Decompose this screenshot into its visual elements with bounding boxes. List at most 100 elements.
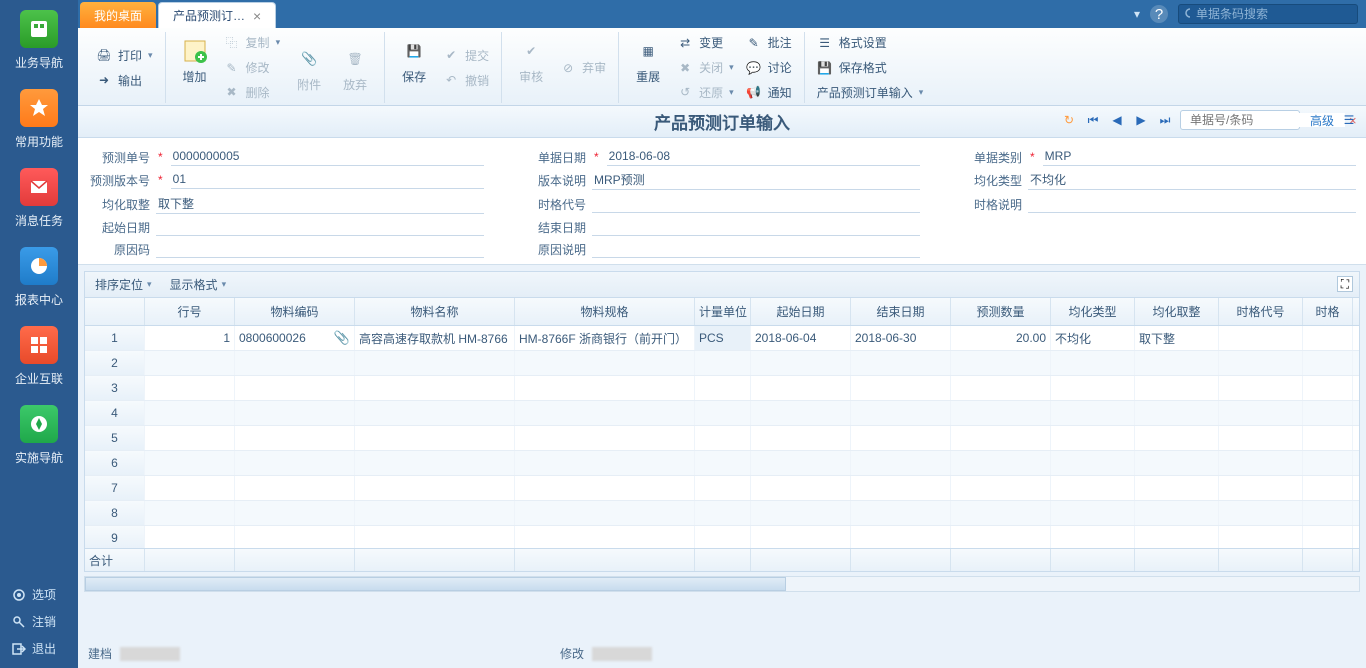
table-row[interactable]: 4 xyxy=(85,401,1359,426)
field-ver-desc[interactable]: MRP预测 xyxy=(592,170,920,190)
tab-close-icon[interactable]: × xyxy=(253,8,261,24)
cell-code[interactable]: 0800600026📎 xyxy=(235,326,355,350)
cell-line-no[interactable]: 1 xyxy=(145,326,235,350)
table-row[interactable]: 3 xyxy=(85,376,1359,401)
save-format-button[interactable]: 💾保存格式 xyxy=(811,57,930,79)
export-button[interactable]: ➜输出 xyxy=(90,69,159,91)
notify-button[interactable]: 📢通知 xyxy=(740,81,798,103)
tab-desktop[interactable]: 我的桌面 xyxy=(80,2,156,28)
next-icon[interactable]: ▶ xyxy=(1132,111,1150,129)
annotate-button[interactable]: ✎批注 xyxy=(740,32,798,54)
cell-name[interactable]: 高容高速存取款机 HM-8766 xyxy=(355,326,515,350)
modify-button[interactable]: ✎修改 xyxy=(218,57,287,79)
import-link-button[interactable]: 产品预测订单输入▾ xyxy=(811,81,930,103)
cell-uniform[interactable]: 不均化 xyxy=(1051,326,1135,350)
expand-icon[interactable]: ⛶ xyxy=(1337,276,1353,292)
return-button[interactable]: ↺还原▾ xyxy=(671,81,740,103)
delete-button[interactable]: ✖删除 xyxy=(218,81,287,103)
add-button[interactable]: 增加 xyxy=(172,32,218,103)
rail-item-implement[interactable]: 实施导航 xyxy=(0,397,78,476)
prev-icon[interactable]: ◀ xyxy=(1108,111,1126,129)
change-button[interactable]: ⇄变更 xyxy=(671,32,740,54)
rail-item-enterprise[interactable]: 企业互联 xyxy=(0,318,78,397)
horizontal-scrollbar[interactable] xyxy=(84,576,1360,592)
abandon-audit-button[interactable]: ⊘弃审 xyxy=(554,57,612,79)
table-row[interactable]: 8 xyxy=(85,501,1359,526)
dropdown-caret-icon[interactable]: ▾ xyxy=(1134,7,1140,21)
first-icon[interactable]: ⏮ xyxy=(1084,111,1102,129)
redisplay-button[interactable]: ▦重展 xyxy=(625,32,671,103)
discuss-button[interactable]: 💬讨论 xyxy=(740,57,798,79)
close-button[interactable]: ✖关闭▾ xyxy=(671,57,740,79)
col-start[interactable]: 起始日期 xyxy=(751,298,851,325)
cell-round[interactable]: 取下整 xyxy=(1135,326,1219,350)
tab-active-forecast[interactable]: 产品预测订… × xyxy=(158,2,276,28)
print-button[interactable]: 🖨打印▾ xyxy=(90,44,159,66)
col-line-no[interactable]: 行号 xyxy=(145,298,235,325)
discard-button[interactable]: 🗑放弃 xyxy=(332,40,378,95)
format-set-button[interactable]: ☰格式设置 xyxy=(811,32,930,54)
rail-item-favorites[interactable]: 常用功能 xyxy=(0,81,78,160)
sort-button[interactable]: 排序定位▾ xyxy=(95,276,152,293)
audit-button[interactable]: ✔审核 xyxy=(508,32,554,103)
list-view-icon[interactable]: ☰ xyxy=(1340,111,1358,129)
field-uniform[interactable]: 不均化 xyxy=(1028,170,1356,190)
refresh-icon[interactable]: ↻ xyxy=(1060,111,1078,129)
rail-item-messages[interactable]: 消息任务 xyxy=(0,160,78,239)
chart-pie-icon xyxy=(20,247,58,285)
field-bill-type[interactable]: MRP xyxy=(1043,148,1356,166)
col-material-code[interactable]: 物料编码 xyxy=(235,298,355,325)
rail-item-biz-nav[interactable]: 业务导航 xyxy=(0,2,78,81)
table-row[interactable]: 6 xyxy=(85,451,1359,476)
cell-end[interactable]: 2018-06-30 xyxy=(851,326,951,350)
field-start[interactable] xyxy=(156,218,484,236)
col-qty[interactable]: 预测数量 xyxy=(951,298,1051,325)
barcode-search[interactable] xyxy=(1178,4,1358,24)
attach-button[interactable]: 📎附件 xyxy=(286,40,332,95)
col-unit[interactable]: 计量单位 xyxy=(695,298,751,325)
copy-button[interactable]: ⿻复制▾ xyxy=(218,32,287,54)
grid-body[interactable]: 1 1 0800600026📎 高容高速存取款机 HM-8766 HM-8766… xyxy=(85,326,1359,548)
field-round[interactable]: 取下整 xyxy=(156,194,484,214)
doc-search[interactable]: × xyxy=(1180,110,1300,130)
field-timedesc[interactable] xyxy=(1028,195,1356,213)
field-reason-desc[interactable] xyxy=(592,240,920,258)
cell-time[interactable] xyxy=(1303,326,1353,350)
last-icon[interactable]: ⏭ xyxy=(1156,111,1174,129)
revoke-button[interactable]: ↶撤销 xyxy=(437,69,495,91)
table-row[interactable]: 5 xyxy=(85,426,1359,451)
field-bill-date[interactable]: 2018-06-08 xyxy=(607,148,920,166)
cell-qty[interactable]: 20.00 xyxy=(951,326,1051,350)
barcode-search-input[interactable] xyxy=(1196,7,1351,21)
help-icon[interactable]: ? xyxy=(1150,5,1168,23)
col-material-name[interactable]: 物料名称 xyxy=(355,298,515,325)
table-row[interactable]: 9 xyxy=(85,526,1359,548)
col-timecode[interactable]: 时格代号 xyxy=(1219,298,1303,325)
field-version[interactable]: 01 xyxy=(171,171,484,189)
field-timecode[interactable] xyxy=(592,195,920,213)
col-uniform[interactable]: 均化类型 xyxy=(1051,298,1135,325)
table-row[interactable]: 7 xyxy=(85,476,1359,501)
col-end[interactable]: 结束日期 xyxy=(851,298,951,325)
submit-button[interactable]: ✔提交 xyxy=(437,44,495,66)
field-order-no[interactable]: 0000000005 xyxy=(171,148,484,166)
cell-timecode[interactable] xyxy=(1219,326,1303,350)
field-end[interactable] xyxy=(592,218,920,236)
field-reason[interactable] xyxy=(156,240,484,258)
table-row[interactable]: 1 1 0800600026📎 高容高速存取款机 HM-8766 HM-8766… xyxy=(85,326,1359,351)
col-time[interactable]: 时格 xyxy=(1303,298,1353,325)
rail-item-reports[interactable]: 报表中心 xyxy=(0,239,78,318)
cell-start[interactable]: 2018-06-04 xyxy=(751,326,851,350)
advanced-link[interactable]: 高级 xyxy=(1310,112,1334,129)
rail-options[interactable]: 选项 xyxy=(10,581,68,608)
scrollbar-thumb[interactable] xyxy=(85,577,786,591)
rail-logout[interactable]: 注销 xyxy=(10,608,68,635)
col-round[interactable]: 均化取整 xyxy=(1135,298,1219,325)
col-spec[interactable]: 物料规格 xyxy=(515,298,695,325)
cell-unit[interactable]: PCS xyxy=(695,326,751,350)
rail-exit[interactable]: 退出 xyxy=(10,635,68,662)
cell-spec[interactable]: HM-8766F 浙商银行（前开门） xyxy=(515,326,695,350)
display-format-button[interactable]: 显示格式▾ xyxy=(170,276,227,293)
save-button[interactable]: 💾保存 xyxy=(391,32,437,103)
table-row[interactable]: 2 xyxy=(85,351,1359,376)
